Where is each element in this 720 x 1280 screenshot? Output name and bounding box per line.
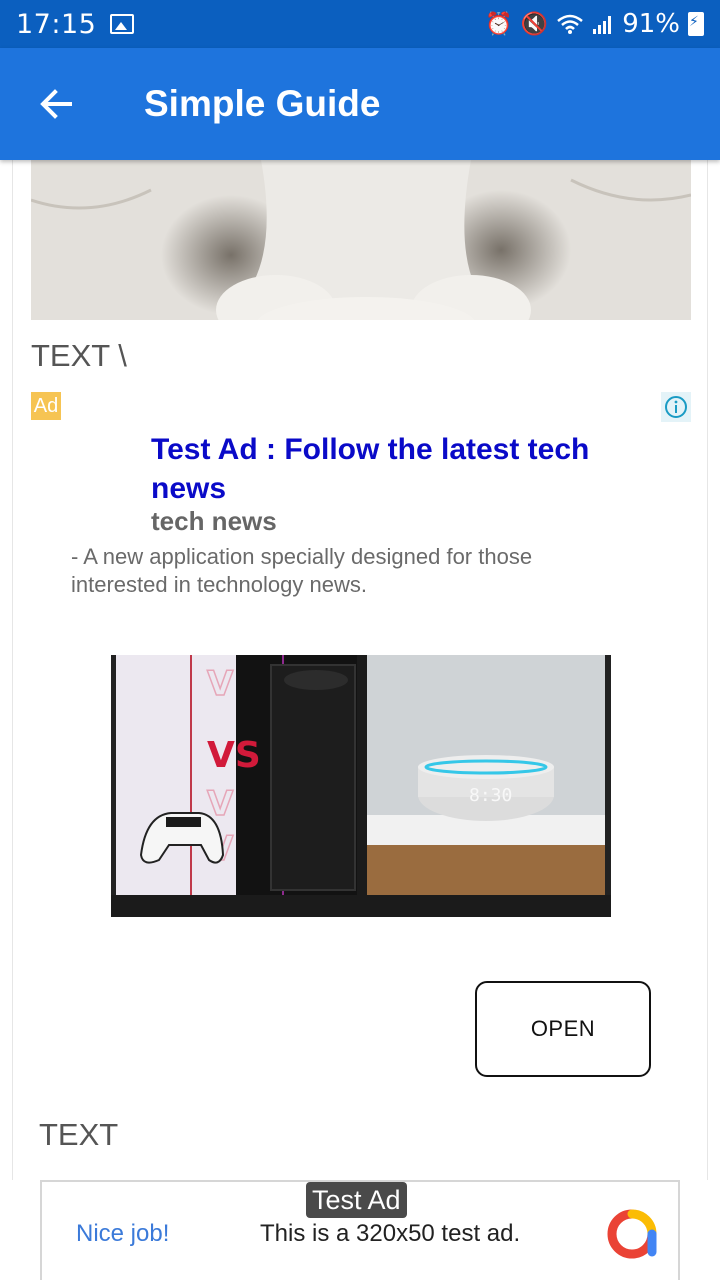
signal-icon — [593, 16, 612, 34]
admob-logo-icon — [607, 1209, 657, 1259]
arrow-back-icon — [40, 89, 72, 119]
battery-charging-icon — [688, 12, 704, 36]
open-button[interactable]: OPEN — [475, 981, 651, 1077]
test-ad-tag: Test Ad — [306, 1182, 407, 1218]
ad-badge: Ad — [31, 392, 61, 420]
content-card: TEXT \ Ad Test Ad : Follow the latest te… — [12, 160, 708, 1180]
info-icon — [665, 396, 687, 418]
battery-percent: 91% — [622, 9, 680, 39]
banner-nice-text: Nice job! — [76, 1220, 170, 1247]
status-time: 17:15 — [16, 8, 97, 40]
status-icons: ⏰ 🔇 91% — [485, 9, 704, 39]
ad-body-text: - A new application specially designed f… — [71, 544, 533, 597]
ad-media-image[interactable]: V VS V V 8:30 — [111, 655, 611, 917]
text-label-1: TEXT \ — [31, 338, 127, 373]
app-bar: Simple Guide — [0, 48, 720, 160]
status-bar: 17:15 ⏰ 🔇 91% — [0, 0, 720, 48]
ad-advertiser: tech news — [151, 506, 277, 536]
banner-ad[interactable]: Test Ad Nice job! This is a 320x50 test … — [40, 1180, 680, 1280]
ad-info-button[interactable] — [661, 392, 691, 422]
ad-headline[interactable]: Test Ad : Follow the latest tech news — [151, 430, 631, 508]
mute-icon: 🔇 — [520, 11, 549, 37]
text-label-2: TEXT — [39, 1117, 119, 1152]
page-title: Simple Guide — [144, 83, 381, 124]
hero-image — [31, 160, 691, 320]
media-vs-text: VS — [207, 735, 261, 776]
svg-text:V: V — [207, 664, 234, 704]
media-clock-text: 8:30 — [469, 785, 512, 806]
image-notification-icon — [110, 14, 135, 34]
banner-message: This is a 320x50 test ad. — [260, 1220, 521, 1247]
alarm-icon: ⏰ — [485, 11, 513, 37]
back-button[interactable] — [0, 48, 112, 160]
wifi-icon — [557, 14, 584, 34]
